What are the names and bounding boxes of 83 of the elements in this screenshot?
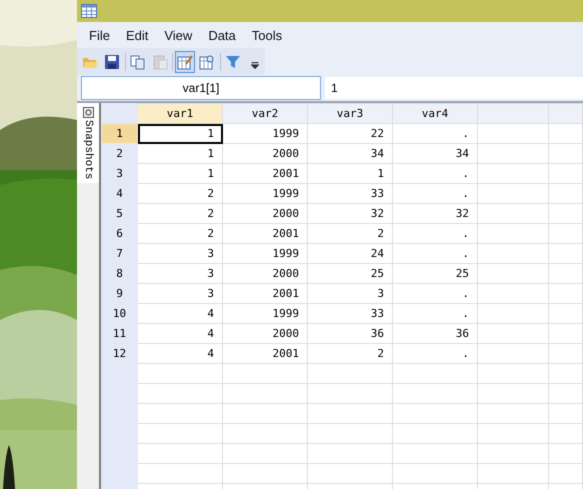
save-icon	[104, 54, 120, 70]
cell-name-field[interactable]: var1[1]	[81, 76, 321, 100]
column-header[interactable]: var4	[392, 104, 478, 124]
table-cell: 1999	[222, 304, 308, 324]
menu-item[interactable]: Data	[200, 28, 244, 42]
copy-icon	[130, 54, 146, 70]
table-cell: 3	[138, 284, 222, 304]
table-cell: 25	[308, 264, 392, 284]
caret-icon	[250, 62, 259, 69]
table-cell: .	[392, 164, 478, 184]
row-number[interactable]: 12	[102, 344, 138, 364]
table-cell: 2	[308, 344, 392, 364]
table-cell: 4	[138, 324, 222, 344]
menu-item[interactable]: View	[156, 28, 200, 42]
table-cell: 2	[138, 224, 222, 244]
column-header[interactable]: var3	[308, 104, 392, 124]
snapshots-tab[interactable]: Snapshots	[77, 103, 99, 184]
table-cell: 4	[138, 304, 222, 324]
row-number[interactable]: 4	[102, 184, 138, 204]
table-cell: .	[392, 344, 478, 364]
row-number[interactable]: 3	[102, 164, 138, 184]
row-number[interactable]: 1	[102, 124, 138, 144]
table-cell: 4	[138, 344, 222, 364]
table-icon	[81, 4, 97, 18]
table-cell: .	[392, 224, 478, 244]
table-cell: .	[392, 284, 478, 304]
row-number[interactable]: 7	[102, 244, 138, 264]
table-cell: 34	[392, 144, 478, 164]
table-cell: 33	[308, 304, 392, 324]
snapshots-label: Snapshots	[82, 120, 94, 180]
table-magnifier-icon	[199, 54, 216, 70]
table-cell: 36	[308, 324, 392, 344]
row-number[interactable]: 2	[102, 144, 138, 164]
table-cell: 2	[138, 184, 222, 204]
table-cell: 2001	[222, 344, 308, 364]
table-cell: 1	[138, 124, 222, 144]
table-cell: .	[392, 304, 478, 324]
table-cell: 2000	[222, 264, 308, 284]
menu-item[interactable]: File	[81, 28, 118, 42]
table-cell: .	[392, 124, 478, 144]
table-cell: 3	[138, 264, 222, 284]
table-cell: .	[392, 244, 478, 264]
filter-icon	[224, 54, 241, 70]
table-cell: 2001	[222, 164, 308, 184]
row-number[interactable]: 9	[102, 284, 138, 304]
table-cell: 1999	[222, 184, 308, 204]
camera-icon	[82, 107, 94, 118]
menu-item[interactable]: Edit	[118, 28, 156, 42]
table-cell: 2000	[222, 324, 308, 344]
edit-button[interactable]	[174, 50, 196, 72]
column-header[interactable]: var1	[138, 104, 222, 124]
table-cell: .	[392, 184, 478, 204]
table-cell: 1999	[222, 244, 308, 264]
table-cell: 36	[392, 324, 478, 344]
cell-value-field[interactable]: 1	[325, 77, 583, 99]
menu-item[interactable]: Tools	[244, 28, 290, 42]
paste-icon	[152, 54, 168, 70]
table-cell: 1	[138, 164, 222, 184]
table-cell: 2000	[222, 204, 308, 224]
table-cell: 25	[392, 264, 478, 284]
table-cell: 2000	[222, 144, 308, 164]
table-cell: 2	[308, 224, 392, 244]
table-cell: 2001	[222, 224, 308, 244]
table-cell: 3	[138, 244, 222, 264]
row-number[interactable]: 5	[102, 204, 138, 224]
table-cell: 1	[138, 144, 222, 164]
row-number[interactable]: 6	[102, 224, 138, 244]
table-cell: 32	[392, 204, 478, 224]
table-cell: 1999	[222, 124, 308, 144]
row-number[interactable]: 8	[102, 264, 138, 284]
row-number[interactable]: 10	[102, 304, 138, 324]
row-number[interactable]: 11	[102, 324, 138, 344]
table-cell: 34	[308, 144, 392, 164]
table-cell: 2	[138, 204, 222, 224]
table-cell: 22	[308, 124, 392, 144]
table-cell: 33	[308, 184, 392, 204]
table-cell: 2001	[222, 284, 308, 304]
table-cell: 24	[308, 244, 392, 264]
table-cell: 3	[308, 284, 392, 304]
table-cell: 1	[308, 164, 392, 184]
table-pencil-icon	[177, 54, 194, 70]
table-cell: 32	[308, 204, 392, 224]
column-header[interactable]: var2	[222, 104, 308, 124]
